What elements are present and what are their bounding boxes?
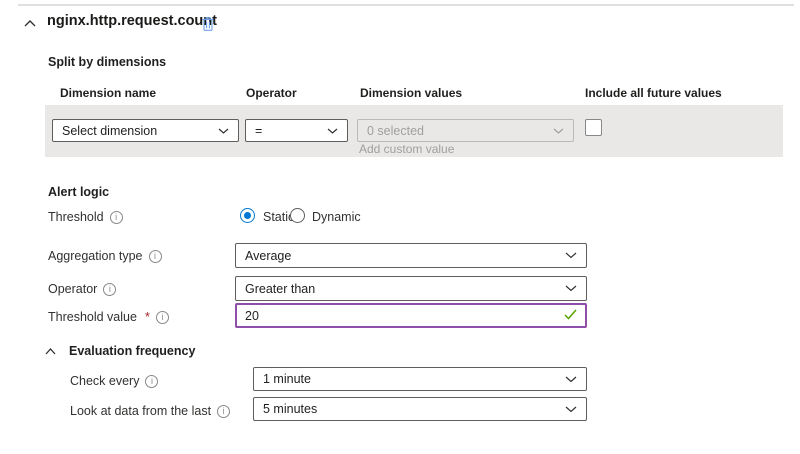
info-icon[interactable]: i [156,311,169,324]
split-by-dimensions-heading: Split by dimensions [48,55,166,69]
chevron-down-icon [565,252,577,259]
threshold-value-label: Threshold value [48,310,137,324]
operator-dropdown[interactable]: Greater than [235,276,587,301]
check-every-label-row: Check every i [70,374,158,388]
aggregation-type-label-row: Aggregation type i [48,249,162,263]
check-every-dropdown[interactable]: 1 minute [253,367,587,391]
operator-dropdown-value: Greater than [245,282,315,296]
alert-condition-panel: nginx.http.request.count Split by dimens… [0,0,800,454]
look-back-label-row: Look at data from the last i [70,404,230,418]
info-icon[interactable]: i [145,375,158,388]
required-asterisk: * [145,310,150,324]
metric-title: nginx.http.request.count [47,13,217,29]
trash-icon [201,16,215,32]
info-icon[interactable]: i [149,250,162,263]
info-icon[interactable]: i [103,283,116,296]
threshold-static-radio[interactable] [240,208,255,223]
info-icon[interactable]: i [110,211,123,224]
collapse-evaluation-frequency-chevron-icon[interactable] [45,348,56,355]
collapse-metric-chevron-icon[interactable] [24,20,36,27]
check-every-label: Check every [70,374,139,388]
dimension-operator-dropdown-value: = [255,124,262,138]
chevron-down-icon [553,128,564,134]
chevron-down-icon [218,128,229,134]
alert-logic-heading: Alert logic [48,185,109,199]
look-back-dropdown-value: 5 minutes [263,402,317,416]
dimension-values-dropdown-value: 0 selected [367,124,424,138]
aggregation-type-label: Aggregation type [48,249,143,263]
include-all-future-values-checkbox[interactable] [585,119,602,136]
top-divider [18,4,794,6]
column-header-dimension-name: Dimension name [60,86,156,100]
info-icon[interactable]: i [217,405,230,418]
aggregation-type-dropdown-value: Average [245,249,291,263]
evaluation-frequency-heading: Evaluation frequency [69,344,195,358]
chevron-down-icon [565,376,577,383]
dimension-operator-dropdown[interactable]: = [245,119,348,142]
valid-check-icon [564,309,585,323]
threshold-dynamic-label[interactable]: Dynamic [312,210,361,224]
dimension-name-dropdown[interactable]: Select dimension [52,119,239,142]
threshold-value-field-wrap [235,303,587,328]
check-every-dropdown-value: 1 minute [263,372,311,386]
threshold-dynamic-radio[interactable] [290,208,305,223]
delete-metric-button[interactable] [197,13,219,35]
dimension-name-dropdown-value: Select dimension [62,124,157,138]
look-back-label: Look at data from the last [70,404,211,418]
aggregation-type-dropdown[interactable]: Average [235,243,587,268]
chevron-down-icon [565,285,577,292]
add-custom-value-link[interactable]: Add custom value [359,142,454,156]
operator-label-row: Operator i [48,282,116,296]
operator-label: Operator [48,282,97,296]
look-back-dropdown[interactable]: 5 minutes [253,397,587,421]
column-header-dimension-values: Dimension values [360,86,462,100]
chevron-down-icon [565,406,577,413]
column-header-include-all-future-values: Include all future values [585,86,722,100]
threshold-value-input[interactable] [237,305,564,326]
dimension-values-dropdown: 0 selected [357,119,574,142]
column-header-operator: Operator [246,86,297,100]
chevron-down-icon [327,128,338,134]
threshold-value-label-row: Threshold value * i [48,310,169,324]
threshold-label: Threshold [48,210,104,224]
threshold-label-row: Threshold i [48,210,123,224]
